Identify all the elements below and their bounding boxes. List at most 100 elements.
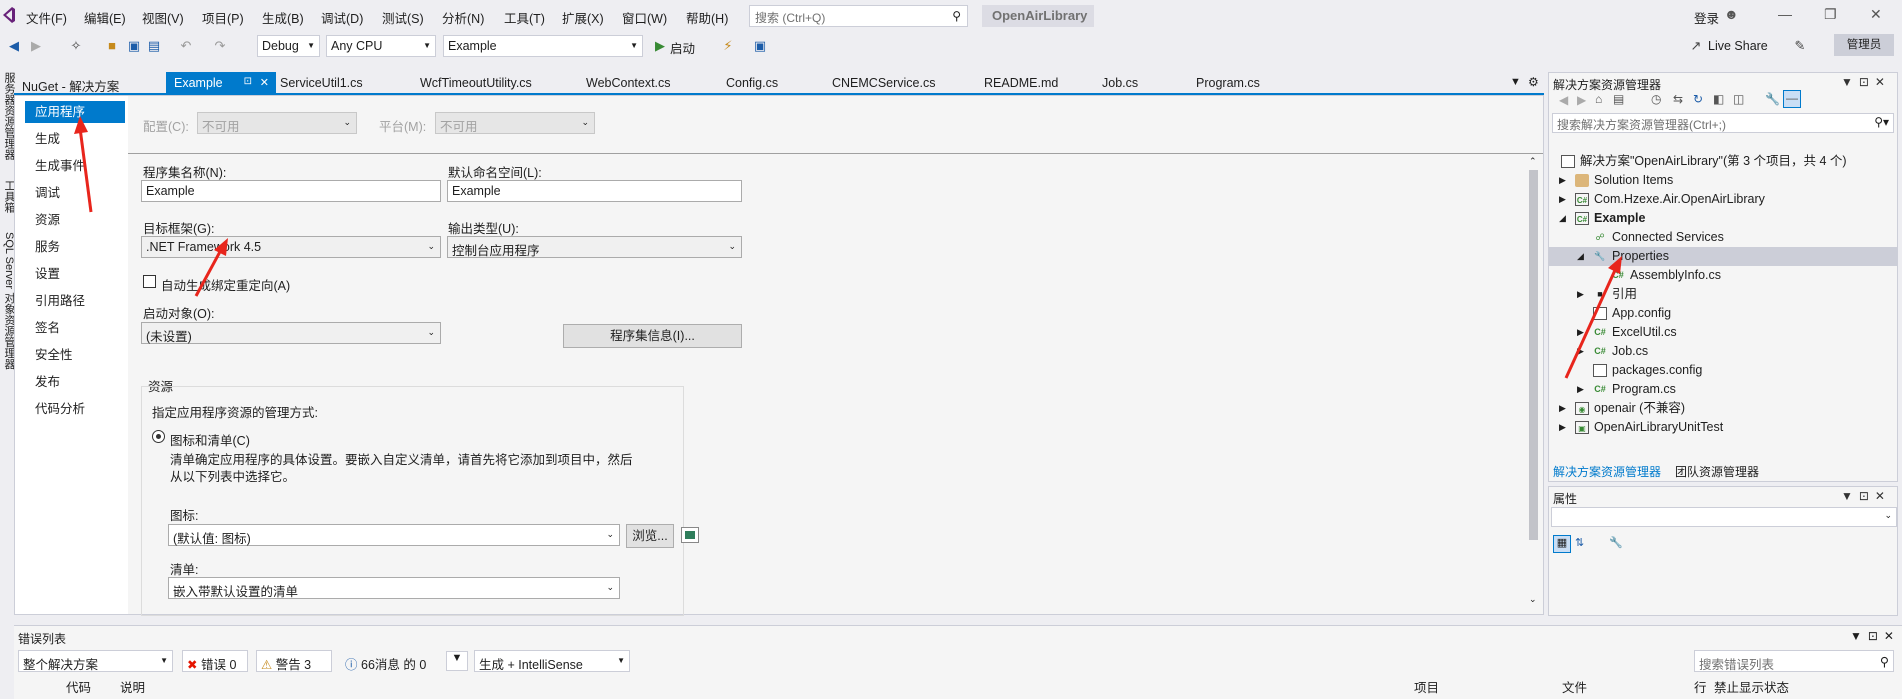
menu-tools[interactable]: 工具(T) [504, 8, 545, 27]
menu-build[interactable]: 生成(B) [262, 8, 304, 27]
scroll-down-icon[interactable]: ⌄ [1529, 594, 1537, 605]
nav-debug[interactable]: 调试 [35, 182, 60, 204]
startup-object-dropdown[interactable]: (未设置) ⌄ [141, 322, 441, 344]
tab-nuget[interactable]: NuGet - 解决方案 [14, 72, 127, 94]
tree-program[interactable]: C# Program.cs [1593, 380, 1676, 399]
build-filter-dropdown[interactable]: 生成 + IntelliSense ▼ [474, 650, 630, 672]
collapse-arrow-icon[interactable]: ◢ [1559, 213, 1566, 224]
restore-icon[interactable]: ❐ [1824, 6, 1837, 23]
feedback-icon[interactable]: ✎ [1792, 38, 1808, 54]
error-search-input[interactable]: 搜索错误列表 ⚲ [1694, 650, 1894, 672]
tree-openairlibrary-project[interactable]: C# Com.Hzexe.Air.OpenAirLibrary [1575, 190, 1765, 209]
redo-icon[interactable]: ↷ [212, 38, 228, 54]
tab-wcftimeoututility[interactable]: WcfTimeoutUtility.cs [412, 72, 540, 94]
property-pages-icon[interactable]: 🔧 [1609, 536, 1623, 549]
col-line-header[interactable]: 行 [1694, 677, 1707, 696]
nav-publish[interactable]: 发布 [35, 371, 60, 393]
col-suppression-header[interactable]: 禁止显示状态 [1714, 677, 1789, 696]
collapse-all-icon[interactable]: ◧ [1713, 92, 1724, 106]
tab-example[interactable]: Example ⊡ ✕ [166, 72, 276, 94]
alphabetical-icon[interactable]: ⇅ [1575, 536, 1584, 549]
tree-openair-project[interactable]: ◉ openair (不兼容) [1575, 399, 1685, 418]
expand-arrow-icon[interactable]: ▶ [1577, 346, 1584, 357]
assembly-name-input[interactable]: Example [141, 180, 441, 202]
nav-resources[interactable]: 资源 [35, 209, 60, 231]
back-icon[interactable]: ◀ [1559, 93, 1568, 107]
menu-debug[interactable]: 调试(D) [321, 8, 363, 27]
close-icon[interactable]: ✕ [1870, 6, 1882, 23]
tree-example-project[interactable]: C# Example [1575, 209, 1645, 228]
new-project-icon[interactable]: ✧ [68, 38, 84, 54]
tab-overflow-icon[interactable]: ▼ [1510, 76, 1521, 88]
platform-dropdown[interactable]: Any CPU ▼ [326, 35, 436, 57]
tab-serviceutil1[interactable]: ServiceUtil1.cs [272, 72, 371, 94]
panel-window-buttons[interactable]: ▼⊡✕ [1850, 629, 1900, 643]
platform-dropdown[interactable]: 不可用 ⌄ [435, 112, 595, 134]
tree-app-config[interactable]: App.config [1593, 304, 1671, 323]
menu-help[interactable]: 帮助(H) [686, 8, 728, 27]
nav-settings[interactable]: 设置 [35, 263, 60, 285]
quick-search-input[interactable]: 搜索 (Ctrl+Q) ⚲ [749, 5, 968, 27]
expand-arrow-icon[interactable]: ▶ [1577, 384, 1584, 395]
switch-views-icon[interactable]: ▤ [1613, 92, 1624, 106]
nav-code-analysis[interactable]: 代码分析 [35, 398, 85, 420]
tab-webcontext[interactable]: WebContext.cs [578, 72, 679, 94]
filter-icon[interactable]: ▼ [446, 651, 468, 671]
menu-extensions[interactable]: 扩展(X) [562, 8, 604, 27]
tab-team-explorer[interactable]: 团队资源管理器 [1671, 461, 1763, 482]
hot-reload-icon[interactable]: ⚡ [720, 38, 736, 54]
categorized-icon[interactable]: ▦ [1553, 535, 1571, 553]
settings-gear-icon[interactable]: ⚙ [1528, 75, 1539, 89]
expand-arrow-icon[interactable]: ▶ [1559, 403, 1566, 414]
solution-search-input[interactable]: 搜索解决方案资源管理器(Ctrl+;) ⚲▾ [1552, 113, 1894, 133]
assembly-info-button[interactable]: 程序集信息(I)... [563, 324, 742, 348]
live-share-icon[interactable]: ↗ [1688, 38, 1704, 54]
forward-icon[interactable]: ▶ [28, 38, 44, 54]
expand-arrow-icon[interactable]: ▶ [1577, 327, 1584, 338]
save-all-icon[interactable]: ▤ [146, 38, 162, 54]
expand-arrow-icon[interactable]: ▶ [1559, 422, 1566, 433]
tab-program[interactable]: Program.cs [1188, 72, 1268, 94]
browse-button[interactable]: 浏览... [626, 524, 674, 548]
properties-wrench-icon[interactable]: 🔧 [1765, 92, 1780, 106]
nav-build-events[interactable]: 生成事件 [35, 155, 85, 177]
start-button-label[interactable]: 启动 [670, 38, 695, 57]
warnings-filter-button[interactable]: ⚠ 警告 3 [256, 650, 332, 672]
col-description-header[interactable]: 说明 [120, 677, 145, 696]
menu-project[interactable]: 项目(P) [202, 8, 244, 27]
col-file-header[interactable]: 文件 [1562, 677, 1587, 696]
home-icon[interactable]: ⌂ [1595, 92, 1602, 106]
tree-solution[interactable]: 解决方案"OpenAirLibrary"(第 3 个项目，共 4 个) [1561, 152, 1847, 171]
nav-build[interactable]: 生成 [35, 128, 60, 150]
menu-view[interactable]: 视图(V) [142, 8, 184, 27]
show-all-files-icon[interactable]: ◫ [1733, 92, 1744, 106]
panel-window-buttons[interactable]: ▼⊡✕ [1841, 489, 1891, 503]
scroll-up-icon[interactable]: ⌃ [1529, 156, 1537, 167]
icon-dropdown[interactable]: (默认值: 图标) ⌄ [168, 524, 620, 546]
nav-signing[interactable]: 签名 [35, 317, 60, 339]
menu-analyze[interactable]: 分析(N) [442, 8, 484, 27]
tree-assemblyinfo[interactable]: C# AssemblyInfo.cs [1611, 266, 1721, 285]
tree-packages-config[interactable]: packages.config [1593, 361, 1702, 380]
refresh-icon[interactable]: ↻ [1693, 92, 1703, 106]
nav-security[interactable]: 安全性 [35, 344, 73, 366]
tree-properties[interactable]: 🔧 Properties [1593, 247, 1669, 266]
tree-job[interactable]: C# Job.cs [1593, 342, 1648, 361]
col-project-header[interactable]: 项目 [1414, 677, 1439, 696]
tree-unittest-project[interactable]: ▣ OpenAirLibraryUnitTest [1575, 418, 1723, 437]
icon-manifest-radio[interactable] [152, 430, 165, 443]
tab-job[interactable]: Job.cs [1094, 72, 1146, 94]
scrollbar-thumb[interactable] [1529, 170, 1538, 540]
live-share-button[interactable]: Live Share [1708, 39, 1768, 53]
save-icon[interactable]: ▣ [126, 38, 142, 54]
target-framework-dropdown[interactable]: .NET Framework 4.5 ⌄ [141, 236, 441, 258]
nav-reference-paths[interactable]: 引用路径 [35, 290, 85, 312]
menu-window[interactable]: 窗口(W) [622, 8, 667, 27]
configuration-dropdown[interactable]: Debug ▼ [257, 35, 320, 57]
vertical-scrollbar[interactable]: ⌃ ⌄ [1524, 156, 1542, 614]
minimize-icon[interactable]: — [1778, 6, 1792, 22]
messages-filter-button[interactable]: ⓘ 66消息 的 0 [340, 650, 436, 672]
browser-link-icon[interactable]: ▣ [752, 38, 768, 54]
default-namespace-input[interactable]: Example [447, 180, 742, 202]
preview-selected-icon[interactable]: — [1783, 90, 1801, 108]
